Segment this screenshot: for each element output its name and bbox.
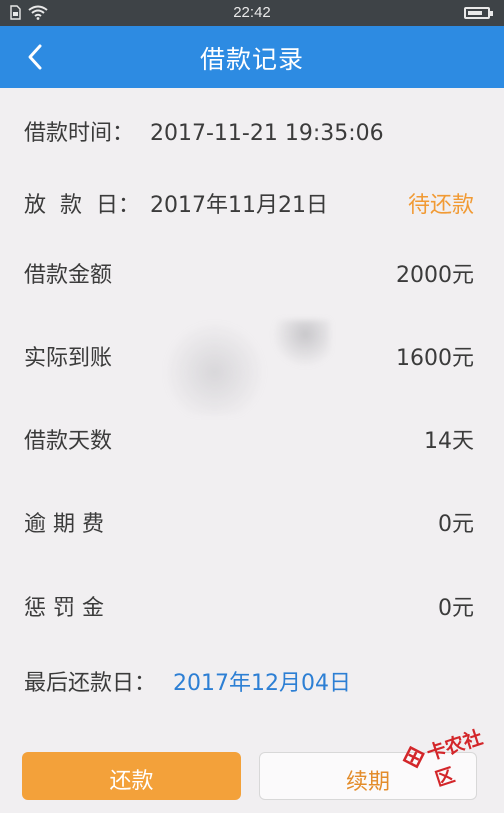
app-header: 借款记录 — [0, 26, 504, 88]
penalty-value: 0元 — [438, 596, 474, 621]
last-repay-day-value: 2017年12月04日 — [173, 671, 351, 696]
penalty-row: 惩 罚 金 0元 — [0, 589, 504, 629]
actual-received-value: 1600元 — [396, 346, 474, 371]
repay-button[interactable]: 还款 — [22, 752, 241, 800]
battery-icon — [464, 7, 493, 19]
loan-amount-row: 借款金额 2000元 — [0, 256, 504, 296]
borrow-time-value: 2017-11-21 19:35:06 — [150, 121, 384, 146]
loan-days-label: 借款天数 — [24, 429, 113, 454]
watermark-text: 卡农社区 — [424, 726, 486, 791]
loan-days-value: 14天 — [424, 429, 474, 454]
status-badge: 待还款 — [407, 193, 474, 218]
watermark: 卡农社区 — [396, 710, 501, 791]
overdue-fee-value: 0元 — [438, 512, 474, 537]
actual-received-label: 实际到账 — [24, 346, 113, 371]
penalty-label: 惩 罚 金 — [24, 596, 104, 621]
last-repay-day-label: 最后还款日： — [24, 671, 157, 696]
loan-amount-label: 借款金额 — [24, 263, 113, 288]
status-bar: 22:42 — [0, 0, 504, 26]
borrow-time-label: 借款时间： — [24, 121, 135, 146]
disburse-day-row: 放 款 日： 2017年11月21日 待还款 — [0, 186, 504, 226]
overdue-fee-row: 逾 期 费 0元 — [0, 505, 504, 545]
loan-days-row: 借款天数 14天 — [0, 422, 504, 462]
borrow-time-row: 借款时间： 2017-11-21 19:35:06 — [0, 114, 504, 154]
clock: 22:42 — [233, 4, 271, 21]
disburse-day-label: 放 款 日： — [24, 193, 140, 218]
blurred-area — [165, 320, 330, 415]
loan-amount-value: 2000元 — [396, 263, 474, 288]
disburse-day-value: 2017年11月21日 — [150, 193, 328, 218]
page-title: 借款记录 — [199, 45, 304, 74]
overdue-fee-label: 逾 期 费 — [24, 512, 104, 537]
last-repay-day-row: 最后还款日： 2017年12月04日 — [0, 664, 504, 704]
